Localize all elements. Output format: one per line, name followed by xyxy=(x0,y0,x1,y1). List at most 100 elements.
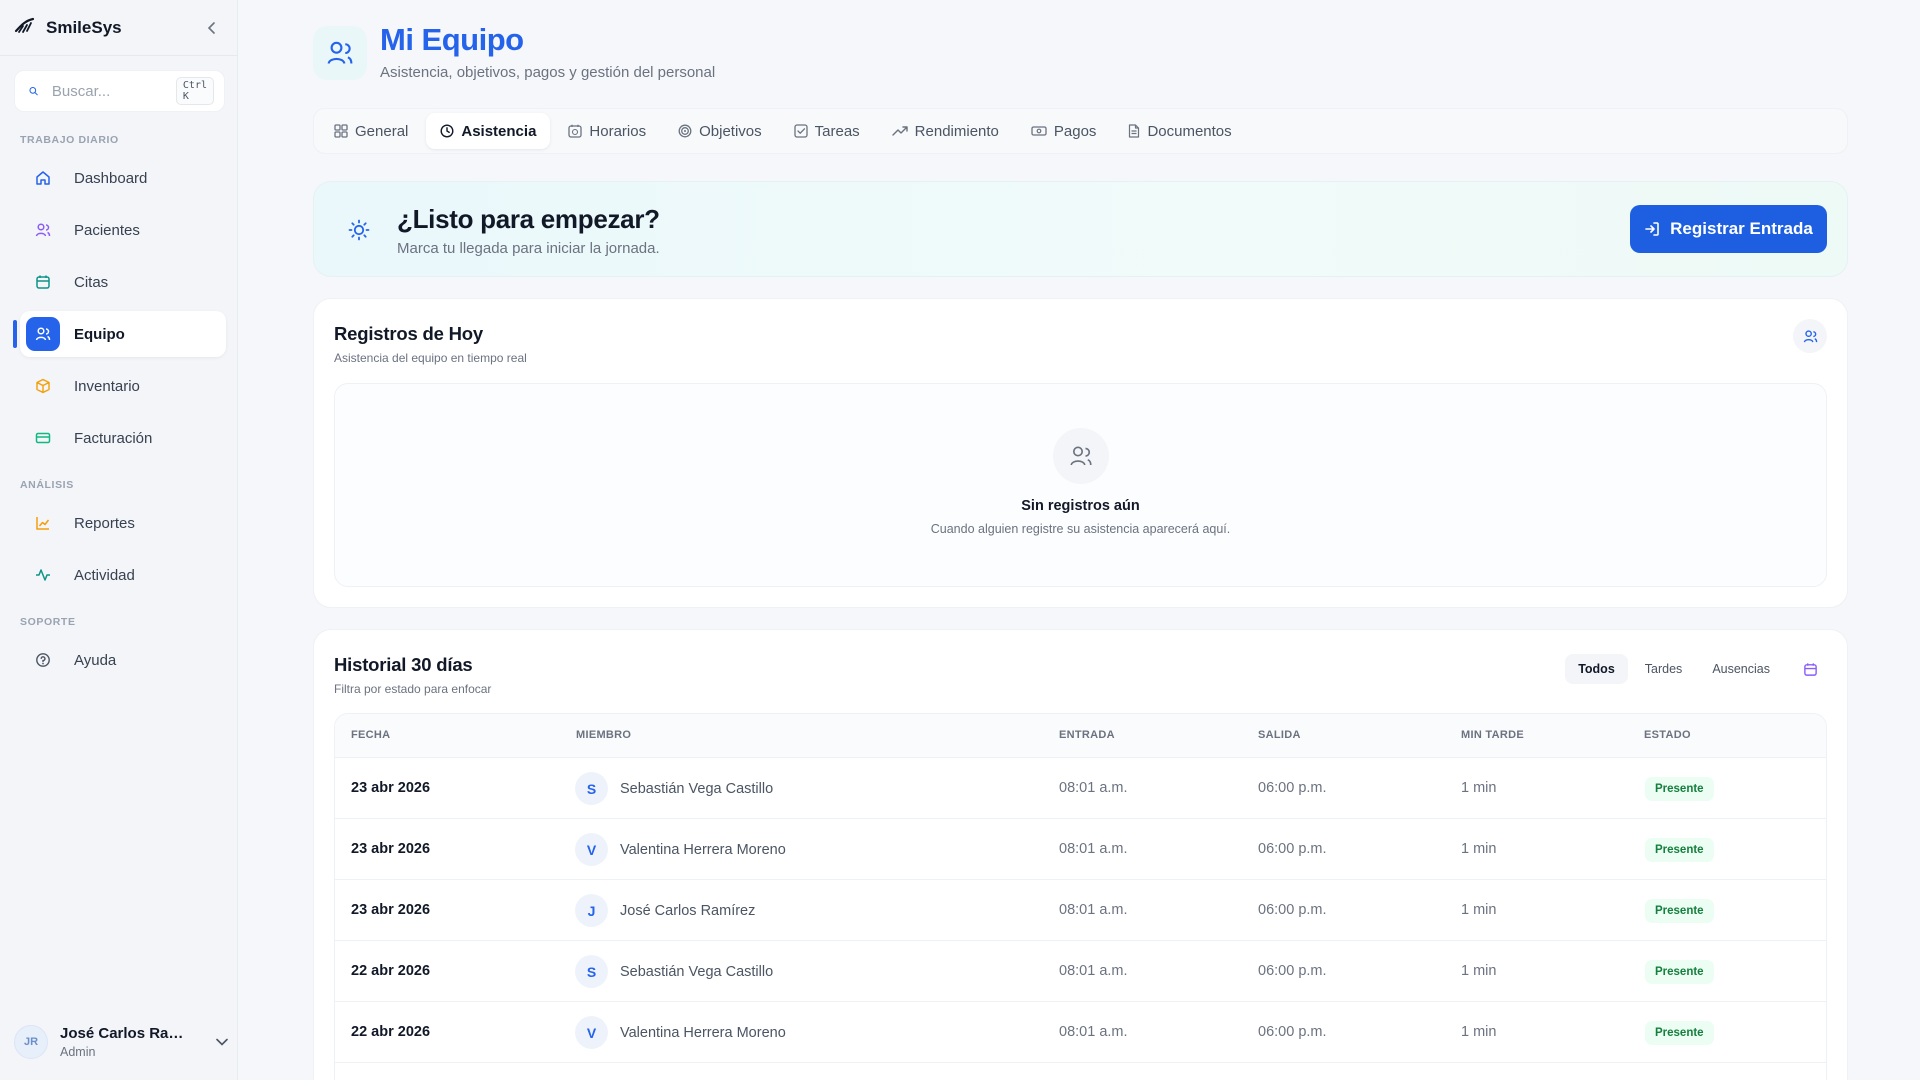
chevron-down-icon xyxy=(216,1038,228,1046)
team-icon xyxy=(26,317,60,351)
tab-label: Pagos xyxy=(1053,122,1097,140)
help-icon xyxy=(26,643,60,677)
row-member: V Valentina Herrera Moreno xyxy=(575,833,786,866)
filter-tardes[interactable]: Tardes xyxy=(1632,654,1696,684)
history-table: FECHA MIEMBRO ENTRADA SALIDA MIN TARDE E… xyxy=(334,713,1827,1080)
table-row[interactable]: 22 abr 2026 S Sebastián Vega Castillo 08… xyxy=(335,941,1826,1002)
status-badge: Presente xyxy=(1645,1021,1714,1045)
column-header: SALIDA xyxy=(1258,729,1301,741)
clock-icon xyxy=(440,124,454,138)
user-role: Admin xyxy=(60,1045,96,1059)
sidebar-item-reportes[interactable]: Reportes xyxy=(20,500,226,546)
row-late: 1 min xyxy=(1461,841,1497,857)
tab-objetivos[interactable]: Objetivos xyxy=(664,113,776,149)
sidebar-item-ayuda[interactable]: Ayuda xyxy=(20,637,226,683)
sidebar-item-pacientes[interactable]: Pacientes xyxy=(20,207,226,253)
row-entry: 08:01 a.m. xyxy=(1059,902,1128,918)
today-subtitle: Asistencia del equipo en tiempo real xyxy=(334,351,527,365)
search-box[interactable]: Ctrl K xyxy=(14,70,225,112)
users-icon xyxy=(1803,329,1817,342)
user-name: José Carlos Ramír... xyxy=(60,1025,190,1042)
sidebar-item-citas[interactable]: Citas xyxy=(20,259,226,305)
sidebar-item-equipo[interactable]: Equipo xyxy=(20,311,226,357)
member-name: Valentina Herrera Moreno xyxy=(620,841,786,858)
row-member: V Valentina Herrera Moreno xyxy=(575,1016,786,1049)
tab-horarios[interactable]: Horarios xyxy=(554,113,660,149)
row-member: S Sebastián Vega Castillo xyxy=(575,955,773,988)
tab-label: Documentos xyxy=(1147,122,1232,140)
row-late: 1 min xyxy=(1461,963,1497,979)
column-header: FECHA xyxy=(351,729,391,741)
table-row[interactable]: 23 abr 2026 J José Carlos Ramírez 08:01 … xyxy=(335,880,1826,941)
table-row[interactable]: 23 abr 2026 S Sebastián Vega Castillo 08… xyxy=(335,758,1826,819)
calendar-icon xyxy=(26,265,60,299)
shortcut-badge: Ctrl K xyxy=(175,77,214,105)
row-member: S Sebastián Vega Castillo xyxy=(575,772,773,805)
column-header: ENTRADA xyxy=(1059,729,1115,741)
row-exit: 06:00 p.m. xyxy=(1258,963,1327,979)
status-filter: Todos Tardes Ausencias xyxy=(1565,654,1783,684)
divider xyxy=(0,55,238,56)
table-row[interactable]: 23 abr 2026 V Valentina Herrera Moreno 0… xyxy=(335,819,1826,880)
sun-icon xyxy=(340,211,378,249)
sidebar: SmileSys Ctrl K TRABAJO DIARIO Dashboard… xyxy=(0,0,238,1080)
search-icon xyxy=(29,86,38,96)
history-subtitle: Filtra por estado para enfocar xyxy=(334,682,492,696)
tab-rendimiento[interactable]: Rendimiento xyxy=(878,113,1013,149)
today-records-card: Registros de Hoy Asistencia del equipo e… xyxy=(313,298,1848,608)
row-entry: 08:01 a.m. xyxy=(1059,780,1128,796)
member-name: Sebastián Vega Castillo xyxy=(620,963,774,980)
row-entry: 08:01 a.m. xyxy=(1059,841,1128,857)
sidebar-item-dashboard[interactable]: Dashboard xyxy=(20,155,226,201)
checkbox-icon xyxy=(793,124,808,138)
row-exit: 06:00 p.m. xyxy=(1258,841,1327,857)
table-header: FECHA MIEMBRO ENTRADA SALIDA MIN TARDE E… xyxy=(335,714,1826,758)
sidebar-item-label: Equipo xyxy=(74,325,125,343)
filter-todos[interactable]: Todos xyxy=(1565,654,1628,684)
search-input[interactable] xyxy=(51,82,162,100)
status-badge: Presente xyxy=(1645,960,1714,984)
status-badge: Presente xyxy=(1645,899,1714,923)
sidebar-item-actividad[interactable]: Actividad xyxy=(20,552,226,598)
box-icon xyxy=(26,369,60,403)
empty-subtitle: Cuando alguien registre su asistencia ap… xyxy=(930,522,1231,536)
user-menu[interactable]: JR José Carlos Ramír... Admin xyxy=(14,1017,228,1067)
row-date: 23 abr 2026 xyxy=(351,841,431,857)
tab-asistencia[interactable]: Asistencia xyxy=(426,113,551,149)
row-entry: 08:01 a.m. xyxy=(1059,1024,1128,1040)
tab-tareas[interactable]: Tareas xyxy=(780,113,874,149)
register-entry-button[interactable]: Registrar Entrada xyxy=(1630,205,1827,253)
users-icon xyxy=(26,213,60,247)
section-label-support: SOPORTE xyxy=(20,616,76,628)
checkin-title: ¿Listo para empezar? xyxy=(397,204,660,234)
sidebar-item-inventario[interactable]: Inventario xyxy=(20,363,226,409)
brand[interactable]: SmileSys xyxy=(14,16,122,40)
grid-icon xyxy=(334,124,348,138)
tab-documentos[interactable]: Documentos xyxy=(1114,113,1245,149)
logo-icon xyxy=(14,17,36,40)
tab-general[interactable]: General xyxy=(320,113,422,149)
collapse-sidebar-button[interactable] xyxy=(202,18,222,38)
row-exit: 06:00 p.m. xyxy=(1258,1024,1327,1040)
calendar-button[interactable] xyxy=(1793,652,1827,686)
row-late: 1 min xyxy=(1461,780,1497,796)
member-avatar: J xyxy=(575,894,608,927)
tab-pagos[interactable]: Pagos xyxy=(1017,113,1111,149)
team-view-button[interactable] xyxy=(1793,319,1827,353)
chevron-left-icon xyxy=(207,22,215,34)
sidebar-item-label: Citas xyxy=(74,273,109,291)
checkin-subtitle: Marca tu llegada para iniciar la jornada… xyxy=(397,240,660,257)
sidebar-item-facturacion[interactable]: Facturación xyxy=(20,415,226,461)
sidebar-item-label: Dashboard xyxy=(74,169,148,187)
calendar-clock-icon xyxy=(568,124,583,138)
empty-state: Sin registros aún Cuando alguien registr… xyxy=(334,383,1827,587)
login-icon xyxy=(1645,222,1659,236)
filter-ausencias[interactable]: Ausencias xyxy=(1699,654,1783,684)
status-badge: Presente xyxy=(1645,838,1714,862)
table-row[interactable]: 22 abr 2026 V Valentina Herrera Moreno 0… xyxy=(335,1002,1826,1063)
row-member: J José Carlos Ramírez xyxy=(575,894,755,927)
row-entry: 08:01 a.m. xyxy=(1059,963,1128,979)
home-icon xyxy=(26,161,60,195)
sidebar-item-label: Reportes xyxy=(74,514,135,532)
register-entry-label: Registrar Entrada xyxy=(1670,219,1813,238)
